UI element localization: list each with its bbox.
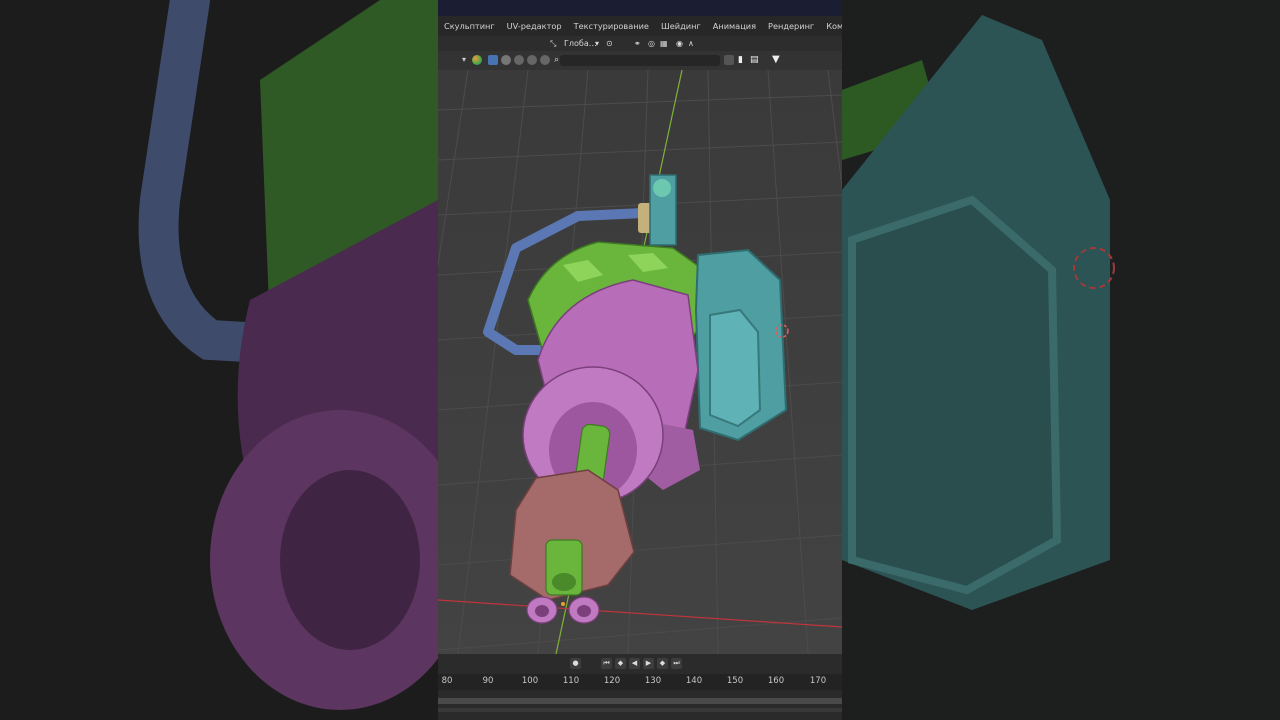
search-input[interactable] [560, 55, 720, 66]
ruler-tick: 80 [441, 676, 453, 686]
viewport-subheader: ▾ ⌕ ▮ ▤ ▼ [438, 51, 842, 70]
ruler-tick: 150 [726, 676, 744, 686]
ruler-tick: 110 [562, 676, 580, 686]
blurred-background-right [842, 0, 1280, 720]
object-type-icon[interactable] [488, 55, 498, 65]
timeline-track [438, 708, 842, 712]
blender-window: Скульптинг UV-редактор Текстурирование Ш… [438, 0, 842, 720]
proportional-edit-icon[interactable]: ◉ [676, 37, 683, 50]
ruler-tick: 130 [644, 676, 662, 686]
3d-viewport[interactable] [438, 70, 842, 654]
play-reverse-button[interactable]: ◀ [629, 658, 640, 669]
selectability-icon[interactable] [724, 55, 734, 65]
ruler-tick: 140 [685, 676, 703, 686]
next-keyframe-button[interactable]: ◆ [657, 658, 668, 669]
viewport-shading-icon[interactable] [472, 55, 482, 65]
jump-start-button[interactable]: ⏮ [601, 658, 612, 669]
transform-orientation-dropdown[interactable]: Глоба… [564, 37, 597, 50]
timeline-ruler[interactable]: 80 90 100 110 120 130 140 150 160 170 [438, 674, 842, 690]
tab-rendering[interactable]: Рендеринг [762, 16, 820, 36]
play-button[interactable]: ▶ [643, 658, 654, 669]
light-filter-icon[interactable] [527, 55, 537, 65]
blurred-background-left [0, 0, 438, 720]
tab-sculpting[interactable]: Скульптинг [438, 16, 501, 36]
snap-icon[interactable]: ◎ [648, 37, 655, 50]
ruler-tick: 90 [482, 676, 494, 686]
workspace-tabs: Скульптинг UV-редактор Текстурирование Ш… [438, 16, 842, 36]
pivot-point-icon[interactable]: ⊙ [606, 37, 613, 50]
tab-shading[interactable]: Шейдинг [655, 16, 707, 36]
timeline-body[interactable] [438, 690, 842, 720]
mesh-filter-icon[interactable] [501, 55, 511, 65]
chevron-down-icon: ▾ [595, 39, 600, 48]
link-icon[interactable]: ⚭ [634, 37, 641, 50]
transform-orientation-icon: ⤡ [550, 39, 557, 48]
camera-filter-icon[interactable] [540, 55, 550, 65]
viewport-header: ⤡ Глоба… ▾ ⊙ ⚭ ◎ ▦ ◉ ∧ [438, 36, 842, 51]
tab-uv-editor[interactable]: UV-редактор [501, 16, 568, 36]
collapse-chevron-icon[interactable]: ▾ [462, 55, 472, 65]
ruler-tick: 100 [521, 676, 539, 686]
curve-filter-icon[interactable] [514, 55, 524, 65]
prev-keyframe-button[interactable]: ◆ [615, 658, 626, 669]
filter-icon[interactable]: ▼ [772, 55, 782, 65]
ruler-tick: 170 [809, 676, 827, 686]
display-mode-icon[interactable]: ▤ [750, 55, 760, 65]
tab-texturing[interactable]: Текстурирование [568, 16, 655, 36]
bookmark-icon[interactable]: ▮ [738, 55, 748, 65]
ruler-tick: 160 [767, 676, 785, 686]
object-origin [561, 602, 565, 606]
tab-compositing[interactable]: Композитинг [820, 16, 842, 36]
falloff-icon[interactable]: ∧ [688, 37, 694, 50]
timeline-scrollbar[interactable] [438, 698, 842, 704]
timeline-header: ● ⏮ ◆ ◀ ▶ ◆ ⏭ [438, 654, 842, 674]
top-strip [438, 0, 842, 16]
record-button[interactable]: ● [570, 658, 581, 669]
ruler-tick: 120 [603, 676, 621, 686]
snap-grid-icon[interactable]: ▦ [660, 37, 668, 50]
jump-end-button[interactable]: ⏭ [671, 658, 682, 669]
tab-animation[interactable]: Анимация [707, 16, 762, 36]
